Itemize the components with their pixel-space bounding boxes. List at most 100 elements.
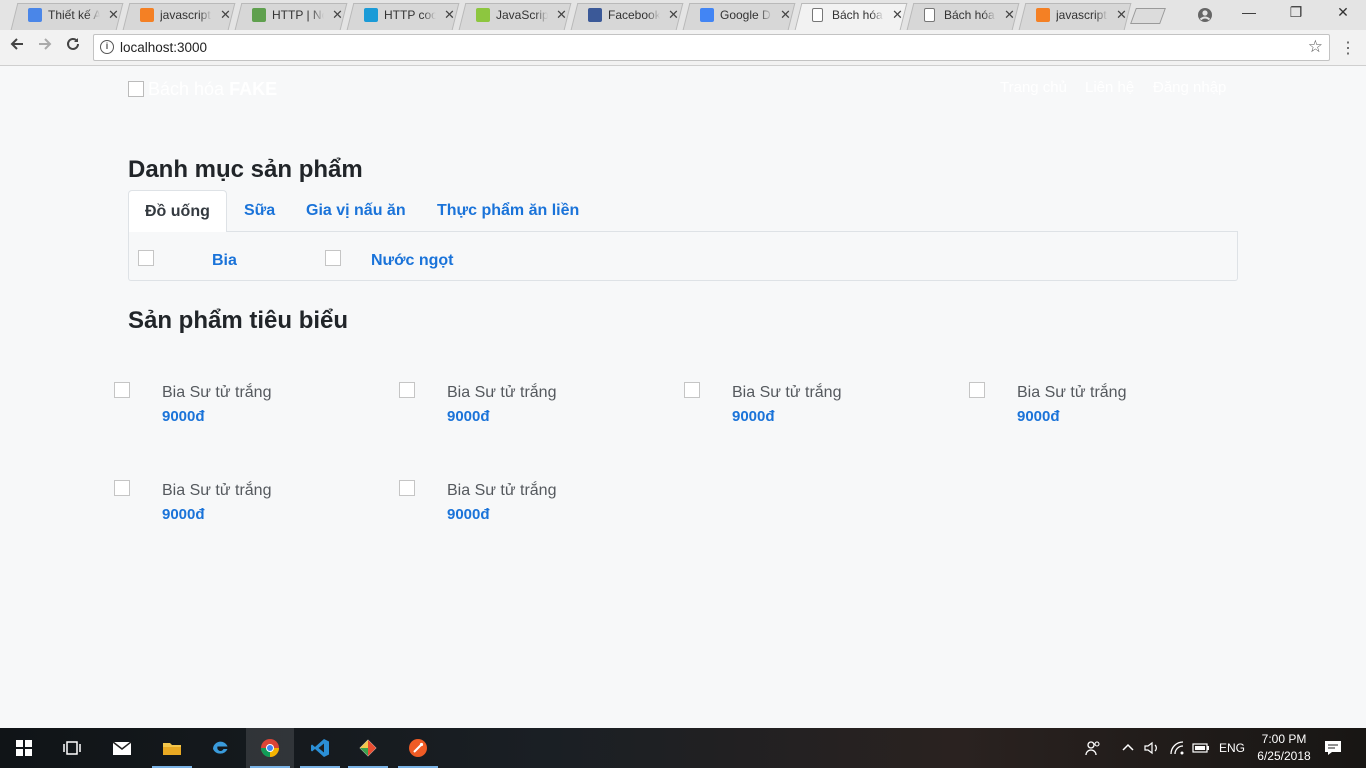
brand-name-bold: FAKE <box>229 79 278 99</box>
taskbar-edge[interactable] <box>196 728 244 768</box>
action-center-icon[interactable] <box>1324 740 1342 756</box>
chevron-up-icon[interactable] <box>1121 741 1135 755</box>
tab-gia-vi[interactable]: Gia vị nấu ăn <box>290 190 422 232</box>
browser-tab[interactable]: Bách hóa ✕ <box>904 3 1022 30</box>
browser-tab[interactable]: Facebook ✕ <box>568 3 686 30</box>
tab-close-icon[interactable]: ✕ <box>1116 3 1127 27</box>
bookmark-star-icon[interactable]: ☆ <box>1308 37 1323 57</box>
product-card[interactable]: Bia Sư tử trắng 9000đ <box>399 480 659 540</box>
browser-tab[interactable]: javascript ✕ <box>1016 3 1134 30</box>
nodejs-icon <box>252 8 266 22</box>
taskbar-git[interactable] <box>344 728 392 768</box>
brand-name: Bách hóa <box>148 79 230 99</box>
site-info-icon[interactable]: i <box>100 40 114 54</box>
new-tab-button[interactable] <box>1130 8 1166 24</box>
tab-do-uong[interactable]: Đồ uống <box>128 190 227 233</box>
tab-close-icon[interactable]: ✕ <box>332 3 343 27</box>
tab-close-icon[interactable]: ✕ <box>892 3 903 27</box>
subcategory-bia[interactable]: Bia <box>138 250 248 270</box>
tab-close-icon[interactable]: ✕ <box>108 3 119 27</box>
mail-icon <box>112 741 132 755</box>
product-name[interactable]: Bia Sư tử trắng <box>162 384 271 402</box>
product-name[interactable]: Bia Sư tử trắng <box>732 384 841 402</box>
product-image <box>399 382 415 398</box>
chrome-icon <box>261 739 279 757</box>
start-icon <box>16 740 32 756</box>
address-bar[interactable]: i localhost:3000 ☆ <box>93 34 1330 61</box>
tab-sua[interactable]: Sữa <box>228 190 291 232</box>
tab-close-icon[interactable]: ✕ <box>1004 3 1015 27</box>
product-name[interactable]: Bia Sư tử trắng <box>162 482 271 500</box>
profile-icon[interactable] <box>1197 7 1213 23</box>
start-button[interactable] <box>0 728 48 768</box>
close-window-button[interactable]: ✕ <box>1333 4 1353 21</box>
tab-title: Bách hóa <box>832 8 883 22</box>
browser-tab[interactable]: JavaScript ✕ <box>456 3 574 30</box>
tab-title: javascript <box>1056 8 1107 22</box>
forward-button[interactable] <box>34 36 56 58</box>
product-name[interactable]: Bia Sư tử trắng <box>447 482 556 500</box>
system-clock[interactable]: 7:00 PM 6/25/2018 <box>1244 731 1324 765</box>
product-card[interactable]: Bia Sư tử trắng 9000đ <box>684 382 944 442</box>
taskbar-mail[interactable] <box>98 728 146 768</box>
clock-time: 7:00 PM <box>1261 732 1307 746</box>
people-icon[interactable] <box>1084 739 1102 757</box>
forward-arrow-icon <box>39 38 52 50</box>
tab-close-icon[interactable]: ✕ <box>444 3 455 27</box>
taskbar-vscode[interactable] <box>296 728 344 768</box>
product-card[interactable]: Bia Sư tử trắng 9000đ <box>114 382 374 442</box>
tab-close-icon[interactable]: ✕ <box>556 3 567 27</box>
tab-close-icon[interactable]: ✕ <box>780 3 791 27</box>
product-card[interactable]: Bia Sư tử trắng 9000đ <box>969 382 1229 442</box>
taskbar-chrome[interactable] <box>246 728 294 768</box>
wifi-icon[interactable] <box>1169 740 1187 756</box>
taskbar-postman[interactable] <box>394 728 442 768</box>
stackoverflow-icon <box>1036 8 1050 22</box>
product-image <box>969 382 985 398</box>
minimize-button[interactable]: — <box>1239 4 1259 20</box>
browser-tab[interactable]: HTTP coo ✕ <box>344 3 462 30</box>
subcategory-image <box>325 250 341 266</box>
subcategory-label[interactable]: Bia <box>212 252 237 270</box>
taskbar-file-explorer[interactable] <box>148 728 196 768</box>
task-view-icon <box>63 741 81 755</box>
tab-close-icon[interactable]: ✕ <box>220 3 231 27</box>
tab-close-icon[interactable]: ✕ <box>668 3 679 27</box>
brand-logo-link[interactable]: Bách hóa FAKE <box>128 79 277 100</box>
product-image <box>114 382 130 398</box>
url-text[interactable]: localhost:3000 <box>120 40 207 55</box>
browser-tab-strip: Thiết kế A ✕ javascript ✕ HTTP | No ✕ HTTP coo… <box>0 0 1366 30</box>
tab-thuc-pham-an-lien[interactable]: Thực phẩm ăn liền <box>421 190 595 232</box>
reload-icon <box>67 37 79 50</box>
product-image <box>399 480 415 496</box>
product-name[interactable]: Bia Sư tử trắng <box>447 384 556 402</box>
tab-title: Google D <box>720 8 771 22</box>
nav-link-home[interactable]: Trang chủ <box>1000 79 1067 96</box>
browser-tab[interactable]: Thiết kế A ✕ <box>8 3 126 30</box>
product-card[interactable]: Bia Sư tử trắng 9000đ <box>399 382 659 442</box>
subcategory-nuoc-ngot[interactable]: Nước ngọt <box>325 250 465 270</box>
task-view-button[interactable] <box>48 728 96 768</box>
back-button[interactable] <box>6 36 28 58</box>
categories-heading: Danh mục sản phẩm <box>128 156 363 183</box>
battery-icon[interactable] <box>1192 741 1210 755</box>
nav-link-login[interactable]: Đăng nhập <box>1153 79 1226 96</box>
subcategory-image <box>138 250 154 266</box>
browser-tab[interactable]: Bách hóa ✕ <box>792 3 910 30</box>
subcategory-label[interactable]: Nước ngọt <box>371 252 454 270</box>
browser-tab[interactable]: HTTP | No ✕ <box>232 3 350 30</box>
nav-link-contact[interactable]: Liên hệ <box>1085 79 1134 96</box>
product-name[interactable]: Bia Sư tử trắng <box>1017 384 1126 402</box>
clock-date: 6/25/2018 <box>1257 749 1311 763</box>
tab-title: HTTP coo <box>384 8 436 22</box>
input-language[interactable]: ENG <box>1219 728 1245 768</box>
reload-button[interactable] <box>62 36 84 58</box>
product-card[interactable]: Bia Sư tử trắng 9000đ <box>114 480 374 540</box>
facebook-icon <box>588 8 602 22</box>
tab-title: javascript <box>160 8 211 22</box>
browser-menu-icon[interactable]: ⋮ <box>1340 38 1356 58</box>
restore-button[interactable]: ❐ <box>1286 4 1306 21</box>
browser-tab[interactable]: javascript ✕ <box>120 3 238 30</box>
browser-tab[interactable]: Google D ✕ <box>680 3 798 30</box>
volume-icon[interactable] <box>1143 740 1161 756</box>
